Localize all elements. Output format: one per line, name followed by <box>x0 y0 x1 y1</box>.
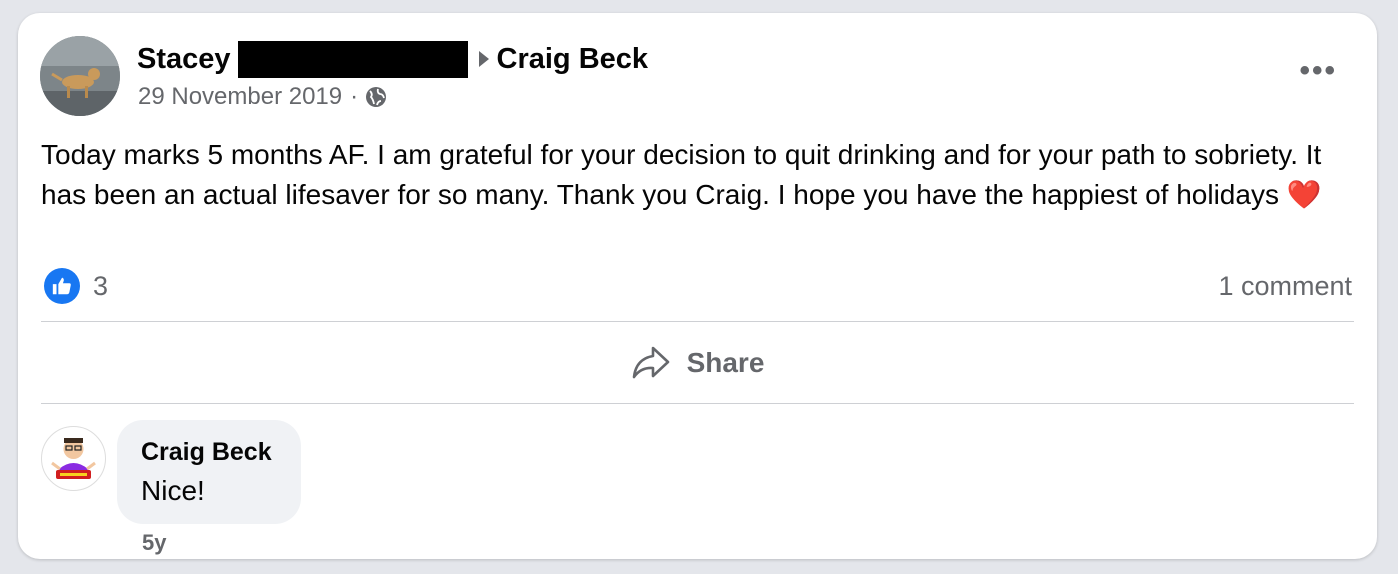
commenter-avatar[interactable] <box>41 426 106 491</box>
globe-icon <box>366 87 387 107</box>
post-header: Stacey Craig Beck <box>137 39 648 79</box>
reaction-count: 3 <box>93 270 109 301</box>
post-text: Today marks 5 months AF. I am grateful f… <box>41 139 1322 210</box>
more-options-icon[interactable]: ••• <box>1299 56 1337 86</box>
comment-timestamp[interactable]: 5y <box>142 530 166 556</box>
share-button[interactable]: Share <box>41 322 1354 404</box>
meta-separator: · <box>350 83 359 110</box>
post-date[interactable]: 29 November 2019 <box>138 83 342 111</box>
redaction-bar <box>237 40 468 78</box>
comment-bubble: Craig Beck Nice! <box>117 420 301 524</box>
target-name[interactable]: Craig Beck <box>497 43 649 76</box>
post-body: Today marks 5 months AF. I am grateful f… <box>41 135 1341 215</box>
comment-count-link[interactable]: 1 comment <box>1218 271 1352 302</box>
craig-beck-logo <box>42 427 105 490</box>
reaction-summary[interactable]: 3 <box>44 268 108 304</box>
comment-text: Nice! <box>141 475 205 506</box>
author-avatar[interactable] <box>40 36 120 116</box>
caret-right-icon <box>478 51 489 67</box>
heart-emoji: ❤️ <box>1286 179 1322 210</box>
comment-author[interactable]: Craig Beck <box>141 438 272 467</box>
share-label: Share <box>686 347 765 378</box>
post-meta: 29 November 2019 · <box>138 83 388 111</box>
share-arrow-icon <box>632 346 669 379</box>
dog-photo <box>40 36 120 116</box>
like-icon <box>44 268 80 304</box>
divider-bottom <box>41 403 1354 404</box>
post-card: Stacey Craig Beck 29 November 2019 · •••… <box>18 13 1377 559</box>
author-name[interactable]: Stacey <box>137 43 231 76</box>
